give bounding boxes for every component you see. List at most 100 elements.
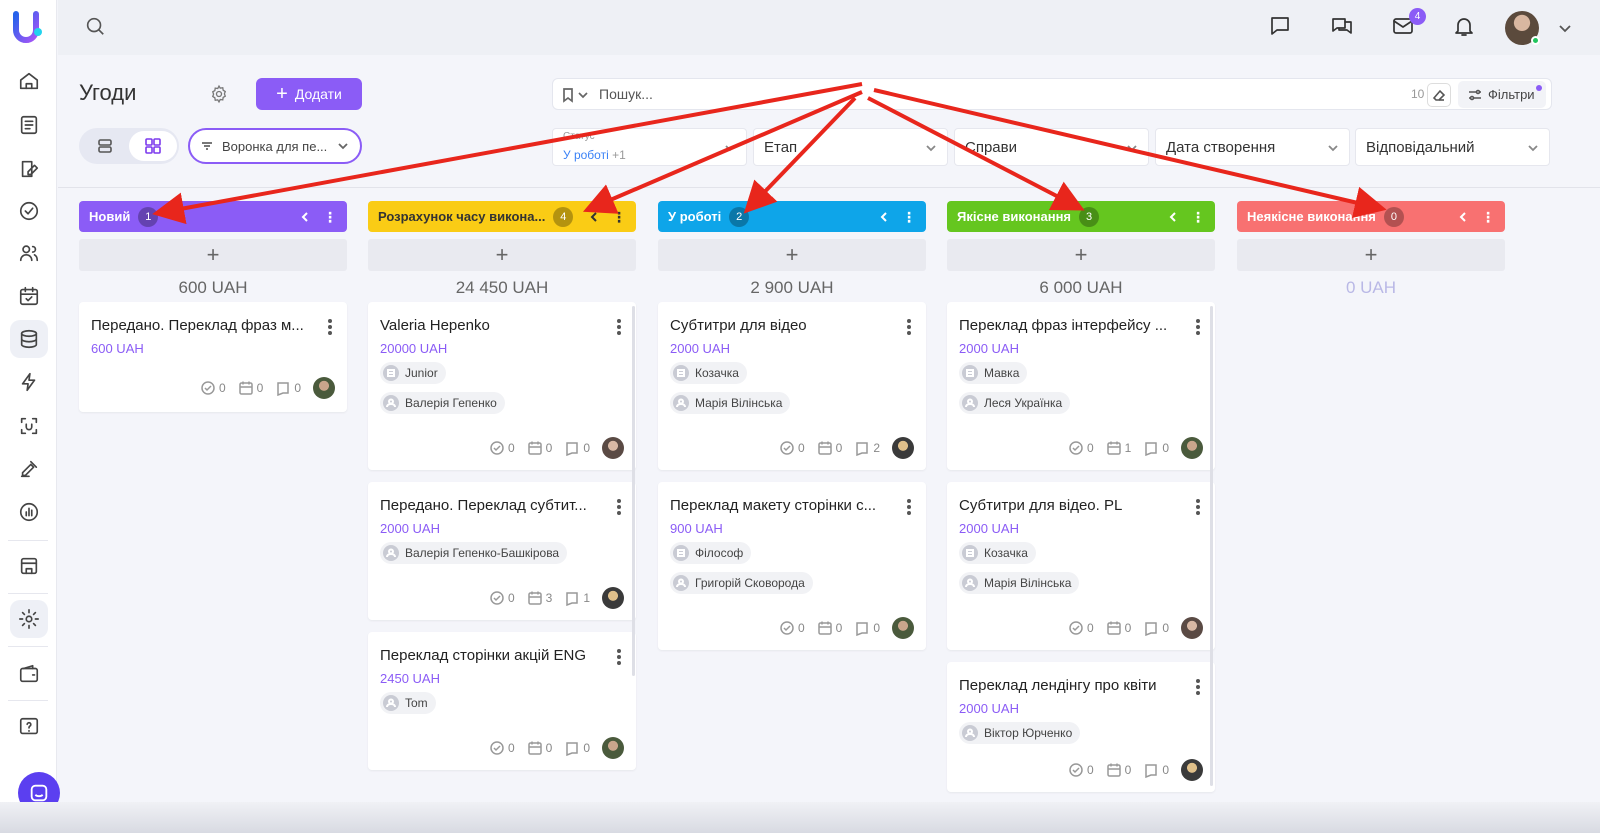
sidebar-item-journal[interactable] bbox=[10, 150, 48, 188]
notes-count[interactable]: 0 bbox=[1143, 440, 1169, 456]
tasks-filter[interactable]: Справи bbox=[954, 128, 1149, 166]
responsible-filter[interactable]: Відповідальний bbox=[1355, 128, 1550, 166]
column-scrollbar[interactable] bbox=[632, 306, 635, 676]
notes-count[interactable]: 1 bbox=[564, 590, 590, 606]
column-menu-icon[interactable]: ⋮ bbox=[323, 210, 337, 224]
list-view-button[interactable] bbox=[81, 131, 129, 161]
deal-title[interactable]: Переклад фраз інтерфейсу ... bbox=[959, 317, 1179, 334]
sidebar-item-calendar[interactable] bbox=[10, 277, 48, 315]
add-card-button[interactable]: + bbox=[947, 239, 1215, 271]
column-header[interactable]: Неякісне виконання 0 ⋮ bbox=[1237, 201, 1505, 232]
deal-card[interactable]: Субтитри для відео 2000 UAH Козачка Марія В… bbox=[658, 302, 926, 470]
app-logo[interactable] bbox=[12, 10, 44, 44]
events-count[interactable]: 0 bbox=[1106, 620, 1131, 636]
sidebar-item-wallet[interactable] bbox=[10, 655, 48, 693]
sidebar-item-contacts[interactable] bbox=[10, 234, 48, 272]
contact-tag[interactable]: Віктор Юрченко bbox=[959, 722, 1081, 744]
card-menu-icon[interactable] bbox=[1193, 679, 1203, 695]
events-count[interactable]: 0 bbox=[1106, 762, 1131, 778]
deal-card[interactable]: Valeria Hepenko 20000 UAH Junior Валерія Ге… bbox=[368, 302, 636, 470]
messages-icon[interactable] bbox=[1330, 14, 1356, 40]
card-menu-icon[interactable] bbox=[1193, 499, 1203, 515]
events-count[interactable]: 0 bbox=[527, 440, 552, 456]
company-tag[interactable]: Мавка bbox=[959, 362, 1028, 384]
notes-count[interactable]: 2 bbox=[854, 440, 880, 456]
created-date-filter[interactable]: Дата створення bbox=[1155, 128, 1350, 166]
funnel-select[interactable]: Воронка для пе... bbox=[188, 128, 362, 164]
deal-title[interactable]: Переклад макету сторінки с... bbox=[670, 497, 890, 514]
deal-title[interactable]: Переклад сторінки акцій ENG bbox=[380, 647, 600, 664]
card-menu-icon[interactable] bbox=[614, 499, 624, 515]
sidebar-item-tasks[interactable] bbox=[10, 192, 48, 230]
column-scrollbar[interactable] bbox=[1210, 306, 1213, 786]
deal-title[interactable]: Передано. Переклад фраз м... bbox=[91, 317, 311, 334]
notes-count[interactable]: 0 bbox=[564, 440, 590, 456]
card-menu-icon[interactable] bbox=[904, 499, 914, 515]
deal-card[interactable]: Субтитри для відео. PL 2000 UAH Козачка Мар… bbox=[947, 482, 1215, 650]
notes-count[interactable]: 0 bbox=[854, 620, 880, 636]
add-card-button[interactable]: + bbox=[79, 239, 347, 271]
column-header[interactable]: Розрахунок часу викона... 4 ⋮ bbox=[368, 201, 636, 232]
stage-filter[interactable]: Етап bbox=[753, 128, 948, 166]
responsible-avatar[interactable] bbox=[1181, 759, 1203, 781]
sidebar-item-ledger[interactable] bbox=[10, 106, 48, 144]
contact-tag[interactable]: Марія Вілінська bbox=[670, 392, 791, 414]
company-tag[interactable]: Філософ bbox=[670, 542, 752, 564]
notes-count[interactable]: 0 bbox=[275, 380, 301, 396]
column-menu-icon[interactable]: ⋮ bbox=[902, 210, 916, 224]
deal-title[interactable]: Передано. Переклад субтит... bbox=[380, 497, 600, 514]
column-menu-icon[interactable]: ⋮ bbox=[612, 210, 626, 224]
collapse-column-icon[interactable] bbox=[1167, 211, 1179, 223]
events-count[interactable]: 1 bbox=[1106, 440, 1131, 456]
deal-card[interactable]: Переклад макету сторінки с... 900 UAH Філо… bbox=[658, 482, 926, 650]
card-menu-icon[interactable] bbox=[904, 319, 914, 335]
deal-title[interactable]: Valeria Hepenko bbox=[380, 317, 600, 334]
company-tag[interactable]: Junior bbox=[380, 362, 446, 384]
filters-button[interactable]: Фільтри bbox=[1458, 81, 1546, 108]
notes-count[interactable]: 0 bbox=[1143, 620, 1169, 636]
responsible-avatar[interactable] bbox=[892, 617, 914, 639]
tasks-count[interactable]: 0 bbox=[489, 590, 515, 606]
responsible-avatar[interactable] bbox=[1181, 617, 1203, 639]
search-icon[interactable] bbox=[84, 15, 108, 39]
contact-tag[interactable]: Марія Вілінська bbox=[959, 572, 1080, 594]
chevron-down-icon[interactable] bbox=[1557, 20, 1573, 36]
contact-tag[interactable]: Валерія Гепенко-Башкірова bbox=[380, 542, 568, 564]
deal-card[interactable]: Передано. Переклад субтит... 2000 UAH Вале… bbox=[368, 482, 636, 620]
deal-card[interactable]: Переклад сторінки акцій ENG 2450 UAH Tom 0 0… bbox=[368, 632, 636, 770]
tasks-count[interactable]: 0 bbox=[200, 380, 226, 396]
sidebar-item-deals[interactable] bbox=[10, 320, 48, 358]
board-view-button[interactable] bbox=[129, 131, 177, 161]
sidebar-item-help[interactable] bbox=[10, 708, 48, 746]
sidebar-item-notes[interactable] bbox=[10, 450, 48, 488]
contact-tag[interactable]: Валерія Гепенко bbox=[380, 392, 505, 414]
collapse-column-icon[interactable] bbox=[588, 211, 600, 223]
tasks-count[interactable]: 0 bbox=[779, 620, 805, 636]
events-count[interactable]: 3 bbox=[527, 590, 552, 606]
contact-tag[interactable]: Tom bbox=[380, 692, 436, 714]
deal-title[interactable]: Переклад лендінгу про квіти bbox=[959, 677, 1179, 694]
bell-icon[interactable] bbox=[1452, 14, 1478, 40]
responsible-avatar[interactable] bbox=[892, 437, 914, 459]
card-menu-icon[interactable] bbox=[614, 649, 624, 665]
tasks-count[interactable]: 0 bbox=[1068, 440, 1094, 456]
tasks-count[interactable]: 0 bbox=[489, 740, 515, 756]
column-menu-icon[interactable]: ⋮ bbox=[1191, 210, 1205, 224]
notes-count[interactable]: 0 bbox=[564, 740, 590, 756]
saved-filters-button[interactable] bbox=[561, 86, 591, 104]
tasks-count[interactable]: 0 bbox=[1068, 620, 1094, 636]
contact-tag[interactable]: Леся Українка bbox=[959, 392, 1071, 414]
tasks-count[interactable]: 0 bbox=[1068, 762, 1094, 778]
deal-card[interactable]: Переклад лендінгу про квіти 2000 UAH Вікто… bbox=[947, 662, 1215, 792]
deal-card[interactable]: Передано. Переклад фраз м... 600 UAH 0 0 0 bbox=[79, 302, 347, 412]
collapse-column-icon[interactable] bbox=[299, 211, 311, 223]
responsible-avatar[interactable] bbox=[313, 377, 335, 399]
deal-title[interactable]: Субтитри для відео bbox=[670, 317, 890, 334]
clear-filters-button[interactable] bbox=[1427, 83, 1451, 107]
column-header[interactable]: Якісне виконання 3 ⋮ bbox=[947, 201, 1215, 232]
sidebar-item-home[interactable] bbox=[10, 62, 48, 100]
collapse-column-icon[interactable] bbox=[1457, 211, 1469, 223]
column-header[interactable]: Новий 1 ⋮ bbox=[79, 201, 347, 232]
events-count[interactable]: 0 bbox=[527, 740, 552, 756]
responsible-avatar[interactable] bbox=[1181, 437, 1203, 459]
